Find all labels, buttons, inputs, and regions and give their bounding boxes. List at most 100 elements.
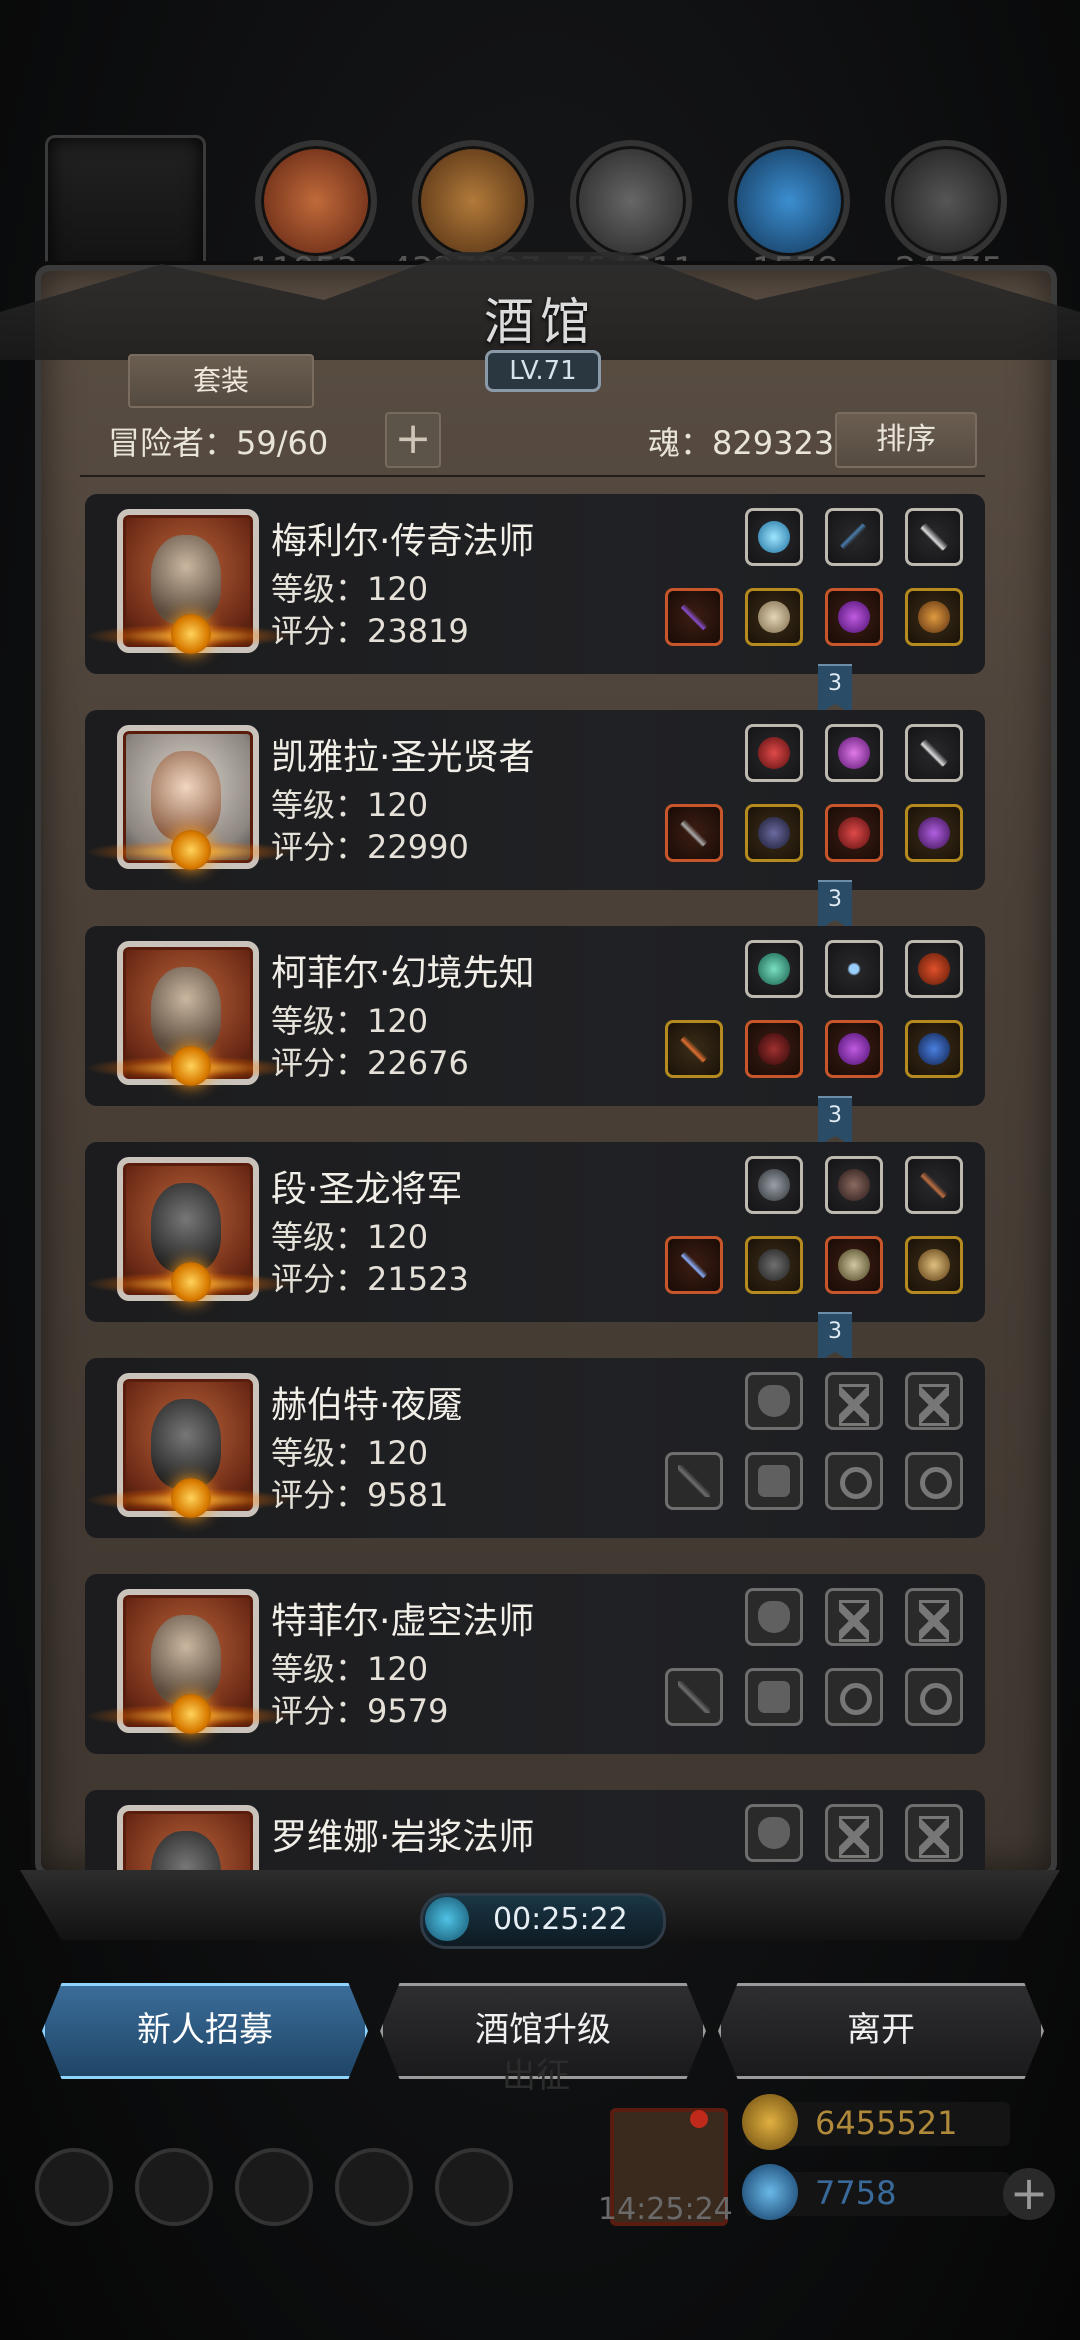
empty-ring-slot-icon[interactable] [825, 1668, 883, 1726]
bow-icon[interactable] [825, 508, 883, 566]
iron-icon [885, 140, 1007, 262]
candelabra-icon[interactable] [905, 940, 963, 998]
recruit-button[interactable]: 新人招募 [42, 1983, 368, 2079]
empty-ring-slot-icon[interactable] [825, 1452, 883, 1510]
sword-icon[interactable] [665, 1236, 723, 1294]
portrait-face [151, 1399, 221, 1489]
cloak-icon[interactable] [745, 1020, 803, 1078]
hero-score: 评分：21523 [271, 1260, 469, 1298]
ring-icon[interactable] [905, 1236, 963, 1294]
set-button[interactable]: 套装 [128, 354, 314, 408]
portrait-face [151, 751, 221, 841]
add-slot-button[interactable]: + [385, 412, 441, 468]
gun-icon[interactable] [905, 1156, 963, 1214]
helmet-icon[interactable] [825, 1236, 883, 1294]
hero-score: 评分：22676 [271, 1044, 469, 1082]
gem-icon[interactable] [825, 724, 883, 782]
gem-amount: 7758 [815, 2174, 897, 2212]
hero-card[interactable]: 柯菲尔·幻境先知 等级：120 评分：22676 [85, 926, 985, 1106]
hero-score: 评分：22990 [271, 828, 469, 866]
hero-name: 段·圣龙将军 [271, 1169, 463, 1210]
dagger-icon[interactable] [905, 724, 963, 782]
empty-drop-slot-icon[interactable] [745, 1588, 803, 1646]
empty-ring-slot-icon[interactable] [905, 1668, 963, 1726]
hero-portrait [117, 1805, 259, 1875]
dagger-icon[interactable] [905, 508, 963, 566]
clock-icon [425, 1897, 469, 1941]
potion-icon[interactable] [825, 804, 883, 862]
hero-name: 赫伯特·夜魇 [271, 1385, 463, 1426]
hero-card[interactable]: 罗维娜·岩浆法师 [85, 1790, 985, 1875]
settings-icon[interactable] [35, 2148, 113, 2226]
empty-ring-slot-icon[interactable] [905, 1452, 963, 1510]
empty-hourglass-slot-icon[interactable] [825, 1588, 883, 1646]
rank-emblem-icon [171, 1694, 211, 1734]
empty-armor-slot-icon[interactable] [745, 1452, 803, 1510]
scepter-icon[interactable] [665, 1020, 723, 1078]
soul-count: 魂：829323 [648, 424, 835, 462]
orb-icon[interactable] [745, 508, 803, 566]
divider [80, 475, 985, 477]
hero-name: 柯菲尔·幻境先知 [271, 953, 535, 994]
empty-drop-slot-icon[interactable] [745, 1372, 803, 1430]
amulet-icon[interactable] [825, 1020, 883, 1078]
chestplate-icon[interactable] [745, 1236, 803, 1294]
hero-level: 等级：120 [271, 1434, 429, 1472]
empty-drop-slot-icon[interactable] [745, 1804, 803, 1862]
portrait-face [151, 967, 221, 1057]
empty-hourglass-slot-icon[interactable] [825, 1372, 883, 1430]
hero-card[interactable]: 凯雅拉·圣光贤者 等级：120 评分：22990 [85, 710, 985, 890]
hero-card[interactable]: 特菲尔·虚空法师 等级：120 评分：9579 [85, 1574, 985, 1754]
stone-icon [570, 140, 692, 262]
hero-level: 等级：120 [271, 1002, 429, 1040]
chest-icon[interactable] [235, 2148, 313, 2226]
empty-weapon-slot-icon[interactable] [665, 1668, 723, 1726]
ring-icon[interactable] [905, 588, 963, 646]
horn-icon[interactable] [825, 1156, 883, 1214]
empty-weapon-slot-icon[interactable] [665, 1452, 723, 1510]
empty-hourglass-slot-icon[interactable] [905, 1804, 963, 1862]
add-currency-button[interactable]: + [1003, 2168, 1055, 2220]
hero-card[interactable]: 段·圣龙将军 等级：120 评分：21523 [85, 1142, 985, 1322]
necklace-icon[interactable] [825, 940, 883, 998]
hero-name: 罗维娜·岩浆法师 [271, 1817, 535, 1858]
empty-hourglass-slot-icon[interactable] [905, 1372, 963, 1430]
hammer-icon[interactable] [665, 804, 723, 862]
hero-name: 梅利尔·传奇法师 [271, 521, 535, 562]
hero-score: 评分：9581 [271, 1476, 449, 1514]
empty-armor-slot-icon[interactable] [745, 1668, 803, 1726]
rune-icon[interactable] [745, 940, 803, 998]
pendant-icon[interactable] [905, 1020, 963, 1078]
staff-icon[interactable] [665, 588, 723, 646]
hero-list[interactable]: 梅利尔·传奇法师 等级：120 评分：23819 3 凯雅拉·圣光贤者 等级：1… [85, 490, 995, 1875]
level-badge: LV.71 [485, 350, 601, 392]
ore-icon[interactable] [745, 1156, 803, 1214]
robe-icon[interactable] [745, 588, 803, 646]
player-avatar[interactable] [45, 135, 206, 286]
gold-coin-icon [742, 2094, 798, 2150]
armor-icon[interactable] [745, 804, 803, 862]
hero-name: 凯雅拉·圣光贤者 [271, 737, 535, 778]
shield-icon[interactable] [135, 2148, 213, 2226]
leave-button[interactable]: 离开 [718, 1983, 1044, 2079]
rank-emblem-icon [171, 1262, 211, 1302]
gem-icon [742, 2164, 798, 2220]
mail-icon[interactable] [335, 2148, 413, 2226]
hero-level: 等级：120 [271, 1218, 429, 1256]
hero-level: 等级：120 [271, 786, 429, 824]
hero-score: 评分：9579 [271, 1692, 449, 1730]
potion-icon[interactable] [745, 724, 803, 782]
empty-hourglass-slot-icon[interactable] [825, 1804, 883, 1862]
orb-icon[interactable] [905, 804, 963, 862]
hero-card[interactable]: 梅利尔·传奇法师 等级：120 评分：23819 [85, 494, 985, 674]
hero-card[interactable]: 赫伯特·夜魇 等级：120 评分：9581 [85, 1358, 985, 1538]
sort-button[interactable]: 排序 [835, 412, 977, 468]
map-icon[interactable] [435, 2148, 513, 2226]
hero-level: 等级：120 [271, 570, 429, 608]
hero-score: 评分：23819 [271, 612, 469, 650]
wood-icon [412, 140, 534, 262]
empty-hourglass-slot-icon[interactable] [905, 1588, 963, 1646]
amulet-icon[interactable] [825, 588, 883, 646]
hero-level: 等级：120 [271, 1650, 429, 1688]
bookmark-tag: 3 [818, 1312, 852, 1362]
